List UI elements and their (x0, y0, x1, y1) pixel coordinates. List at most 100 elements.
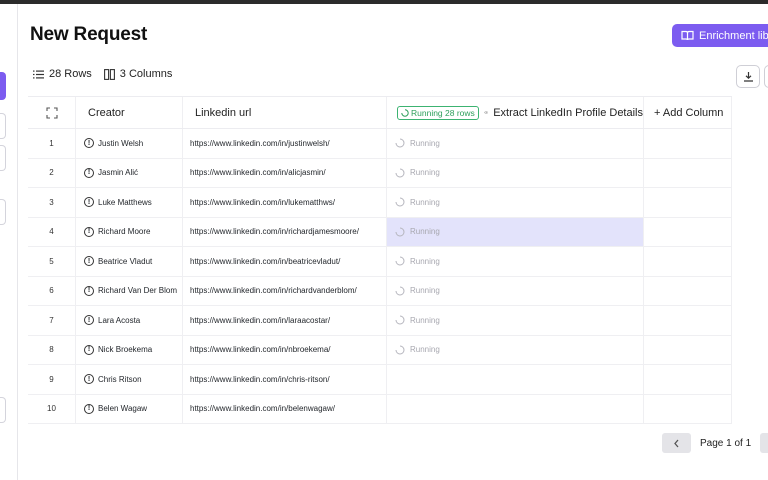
spinner-icon (395, 345, 405, 355)
book-icon (681, 30, 694, 41)
table-summary: 28 Rows 3 Columns (33, 68, 184, 80)
header-enrichment-column[interactable]: Running 28 rows Extract LinkedIn Profile… (387, 97, 644, 128)
table-row[interactable]: 10! Belen Wagaw https://www.linkedin.com/i… (28, 394, 732, 424)
creator-name: Chris Ritson (98, 374, 142, 384)
enrichment-cell[interactable]: Running (387, 276, 644, 305)
linkedin-url-cell[interactable]: https://www.linkedin.com/in/beatricevlad… (183, 247, 387, 276)
sidebar-item[interactable] (0, 199, 6, 225)
empty-cell (644, 306, 732, 335)
linkedin-url-cell[interactable]: https://www.linkedin.com/in/alicjasmin/ (183, 158, 387, 187)
page-title: New Request (30, 24, 148, 45)
creator-cell[interactable]: ! Richard Moore (76, 217, 183, 246)
info-icon[interactable]: ! (84, 315, 94, 326)
left-sidebar (0, 4, 18, 480)
running-status: Running (410, 345, 440, 355)
sidebar-item[interactable] (0, 145, 6, 171)
download-button[interactable] (736, 65, 760, 88)
row-number: 6 (28, 276, 76, 305)
sidebar-item[interactable] (0, 113, 6, 139)
table-row[interactable]: 9! Chris Ritson https://www.linkedin.com/i… (28, 365, 732, 395)
running-status: Running (410, 227, 440, 237)
previous-page-button[interactable] (662, 433, 691, 453)
creator-cell[interactable]: ! Justin Welsh (76, 129, 183, 158)
creator-name: Jasmin Alić (98, 168, 139, 178)
table-row[interactable]: 2! Jasmin Alić https://www.linkedin.com/in… (28, 158, 732, 188)
creator-name: Richard Moore (98, 227, 151, 237)
creator-cell[interactable]: ! Chris Ritson (76, 365, 183, 394)
creator-cell[interactable]: ! Nick Broekema (76, 335, 183, 364)
empty-cell (644, 158, 732, 187)
table-row[interactable]: 7! Lara Acosta https://www.linkedin.com/in… (28, 306, 732, 336)
info-icon[interactable]: ! (84, 403, 94, 414)
enrichment-cell[interactable] (387, 394, 644, 423)
data-table: Creator Linkedin url Running 28 rows Ext… (28, 96, 732, 424)
table-body: 1! Justin Welsh https://www.linkedin.com/i… (28, 129, 732, 424)
creator-name: Luke Matthews (98, 197, 152, 207)
empty-cell (644, 276, 732, 305)
row-number: 2 (28, 158, 76, 187)
enrichment-cell[interactable]: Running (387, 306, 644, 335)
more-actions-button[interactable] (764, 65, 768, 88)
enrichment-cell[interactable]: Running (387, 188, 644, 217)
table-row[interactable]: 6! Richard Van Der Blom https://www.linked… (28, 276, 732, 306)
table-row[interactable]: 8! Nick Broekema https://www.linkedin.com/… (28, 335, 732, 365)
pagination: Page 1 of 1 (662, 433, 768, 453)
enrichment-cell[interactable]: Running (387, 129, 644, 158)
info-icon[interactable]: ! (84, 167, 94, 178)
info-icon[interactable]: ! (84, 344, 94, 355)
enrichment-cell[interactable]: Running (387, 217, 644, 246)
creator-name: Beatrice Vladut (98, 256, 153, 266)
info-icon[interactable]: ! (84, 138, 94, 149)
download-icon (743, 72, 753, 82)
header-linkedin-url[interactable]: Linkedin url (183, 97, 387, 128)
linkedin-url-cell[interactable]: https://www.linkedin.com/in/richardvande… (183, 276, 387, 305)
info-icon[interactable]: ! (84, 285, 94, 296)
creator-name: Justin Welsh (98, 138, 144, 148)
creator-cell[interactable]: ! Jasmin Alić (76, 158, 183, 187)
row-number: 1 (28, 129, 76, 158)
rows-count-label: 28 Rows (49, 68, 92, 80)
info-icon[interactable]: ! (84, 256, 94, 267)
eye-icon[interactable] (483, 109, 489, 116)
linkedin-url-cell[interactable]: https://www.linkedin.com/in/belenwagaw/ (183, 394, 387, 423)
row-number: 8 (28, 335, 76, 364)
enrichment-cell[interactable]: Running (387, 335, 644, 364)
table-row[interactable]: 3! Luke Matthews https://www.linkedin.com/… (28, 188, 732, 218)
linkedin-url-cell[interactable]: https://www.linkedin.com/in/justinwelsh/ (183, 129, 387, 158)
enrichment-library-button[interactable]: Enrichment library (672, 24, 768, 47)
add-column-button[interactable]: + Add Column (644, 97, 732, 128)
table-row[interactable]: 5! Beatrice Vladut https://www.linkedin.co… (28, 247, 732, 277)
spinner-icon (395, 315, 405, 325)
list-icon (33, 70, 44, 78)
creator-cell[interactable]: ! Lara Acosta (76, 306, 183, 335)
spinner-icon (401, 108, 409, 117)
linkedin-url-cell[interactable]: https://www.linkedin.com/in/laraacostar/ (183, 306, 387, 335)
header-creator[interactable]: Creator (76, 97, 183, 128)
creator-cell[interactable]: ! Richard Van Der Blom (76, 276, 183, 305)
row-number: 3 (28, 188, 76, 217)
table-row[interactable]: 1! Justin Welsh https://www.linkedin.com/i… (28, 129, 732, 159)
next-page-button[interactable] (760, 433, 768, 453)
table-row[interactable]: 4! Richard Moore https://www.linkedin.com/… (28, 217, 732, 247)
sidebar-active-item[interactable] (0, 72, 6, 100)
linkedin-url-cell[interactable]: https://www.linkedin.com/in/nbroekema/ (183, 335, 387, 364)
running-badge-label: Running 28 rows (411, 107, 475, 118)
enrichment-cell[interactable] (387, 365, 644, 394)
linkedin-url-cell[interactable]: https://www.linkedin.com/in/chris-ritson… (183, 365, 387, 394)
info-icon[interactable]: ! (84, 374, 94, 385)
running-badge: Running 28 rows (397, 105, 479, 120)
creator-cell[interactable]: ! Belen Wagaw (76, 394, 183, 423)
creator-cell[interactable]: ! Luke Matthews (76, 188, 183, 217)
linkedin-url-cell[interactable]: https://www.linkedin.com/in/richardjames… (183, 217, 387, 246)
creator-name: Nick Broekema (98, 345, 153, 355)
row-number: 9 (28, 365, 76, 394)
chevron-left-icon (674, 439, 679, 447)
info-icon[interactable]: ! (84, 226, 94, 237)
info-icon[interactable]: ! (84, 197, 94, 208)
linkedin-url-cell[interactable]: https://www.linkedin.com/in/lukematthws/ (183, 188, 387, 217)
enrichment-cell[interactable]: Running (387, 247, 644, 276)
creator-cell[interactable]: ! Beatrice Vladut (76, 247, 183, 276)
sidebar-item[interactable] (0, 397, 6, 423)
expand-table-cell[interactable] (28, 97, 76, 128)
enrichment-cell[interactable]: Running (387, 158, 644, 187)
